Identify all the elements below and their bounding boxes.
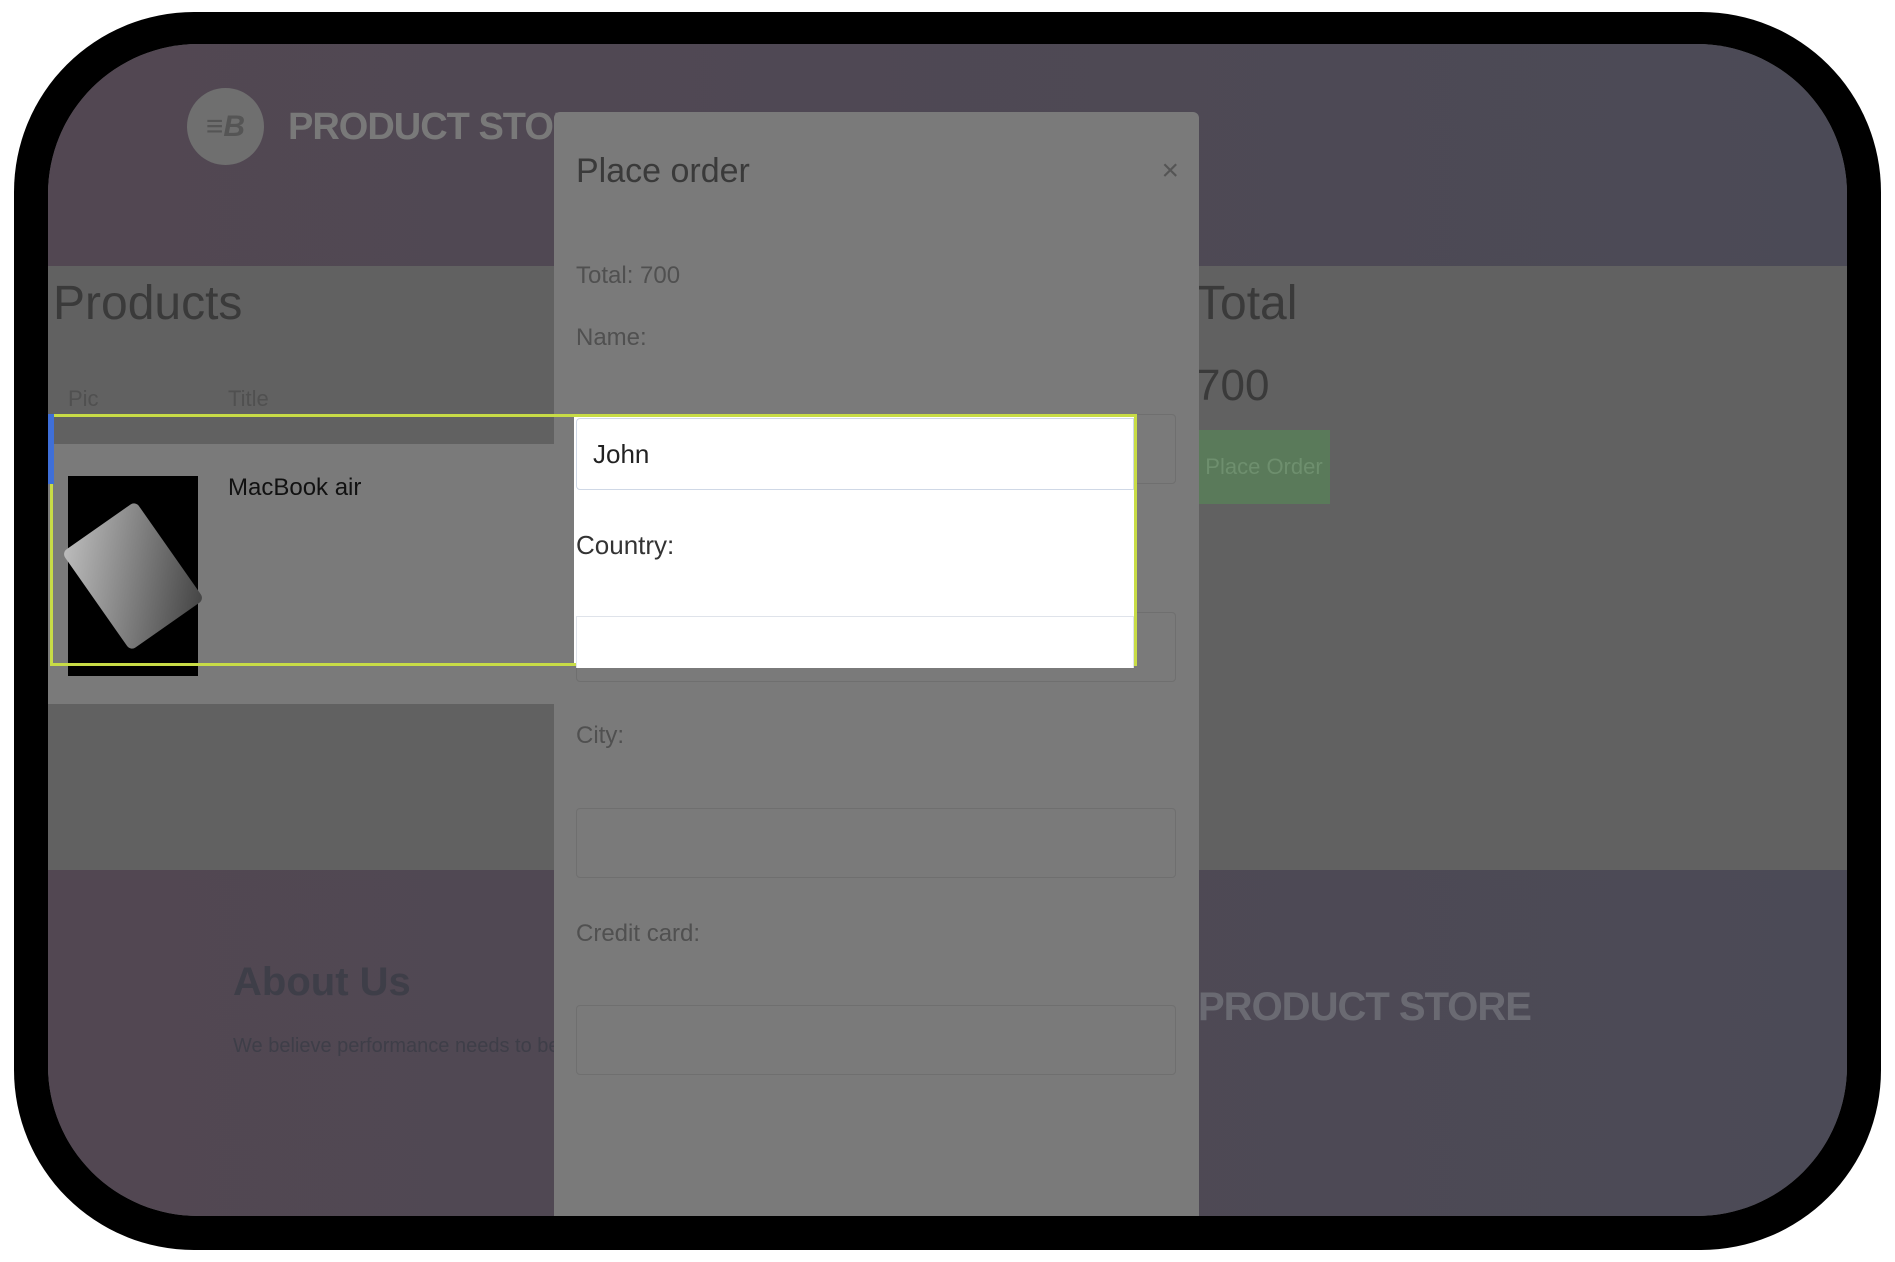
total-label: Total: 700 — [576, 262, 681, 289]
city-field[interactable] — [576, 808, 1176, 878]
footer-brand: PRODUCT STORE — [1198, 985, 1532, 1029]
place-order-button[interactable]: Place Order — [1198, 430, 1330, 504]
country-label: Country: — [576, 530, 675, 560]
name-input[interactable] — [576, 418, 1134, 490]
column-header-pic: Pic — [68, 386, 99, 411]
selection-marker — [48, 414, 54, 484]
total-value: 700 — [1196, 361, 1270, 410]
city-label: City: — [576, 722, 624, 749]
about-text: We believe performance needs to be v — [233, 1035, 576, 1057]
country-input[interactable] — [576, 616, 1134, 668]
credit-card-field[interactable] — [576, 1005, 1176, 1075]
logo-icon[interactable]: ≡B — [187, 88, 264, 165]
column-header-title: Title — [228, 386, 269, 411]
about-heading: About Us — [233, 960, 411, 1004]
device-frame: ≡B PRODUCT STORE Products Pic Title MacB… — [14, 12, 1881, 1250]
credit-card-label: Credit card: — [576, 920, 701, 947]
products-heading: Products — [53, 277, 243, 330]
close-icon[interactable]: × — [1161, 154, 1179, 188]
modal-title: Place order — [576, 152, 750, 190]
name-label: Name: — [576, 324, 647, 351]
browser-viewport: ≡B PRODUCT STORE Products Pic Title MacB… — [48, 44, 1847, 1216]
total-heading: Total — [1196, 277, 1298, 330]
